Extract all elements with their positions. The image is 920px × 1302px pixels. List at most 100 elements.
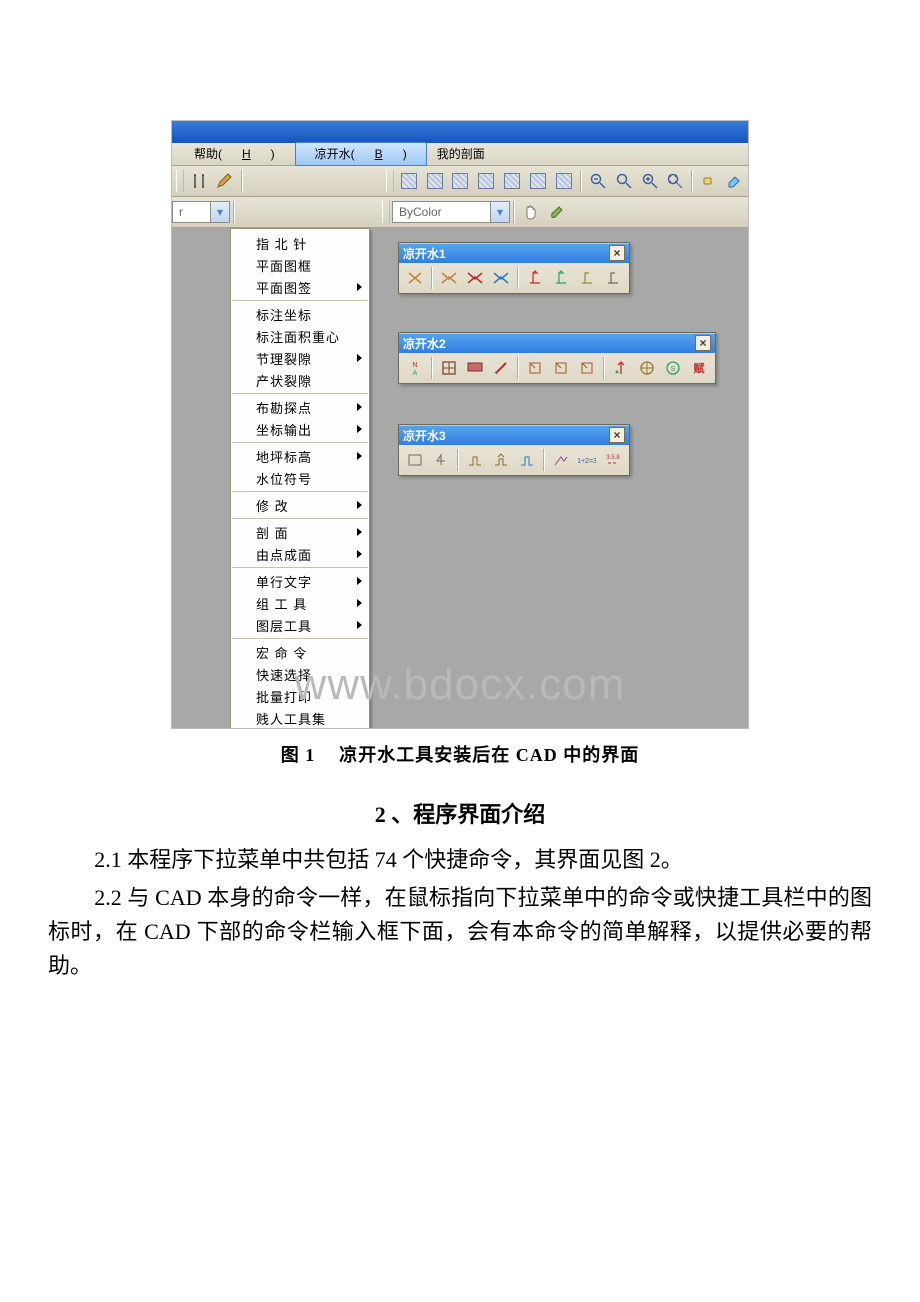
chevron-down-icon[interactable]: ▾ bbox=[490, 202, 509, 222]
combo-layer[interactable]: r▾ bbox=[172, 201, 230, 223]
menuitem-jianren-tools[interactable]: 贱人工具集 bbox=[232, 707, 368, 728]
menuitem-face-from-points[interactable]: 由点成面 bbox=[232, 543, 368, 565]
combo-bycolor[interactable]: ByColor▾ bbox=[392, 201, 510, 223]
palette-btn[interactable] bbox=[403, 448, 427, 472]
palette-btn[interactable] bbox=[515, 448, 539, 472]
menubar: 帮助(H) 凉开水(B) 我的剖面 bbox=[172, 143, 748, 166]
pattern-btn[interactable] bbox=[552, 169, 576, 193]
palette-btn[interactable] bbox=[523, 356, 547, 380]
menuitem-group-tools[interactable]: 组 工 具 bbox=[232, 592, 368, 614]
menuitem-ground-elev[interactable]: 地坪标高 bbox=[232, 445, 368, 467]
toolbar-row-1 bbox=[172, 166, 748, 197]
svg-text:A: A bbox=[413, 370, 418, 377]
submenu-arrow-icon bbox=[357, 501, 362, 509]
zoom-icon[interactable] bbox=[612, 169, 636, 193]
bracket-icon[interactable] bbox=[187, 169, 211, 193]
pattern-btn[interactable] bbox=[526, 169, 550, 193]
menuitem-attitude-crack[interactable]: 产状裂隙 bbox=[232, 369, 368, 391]
brush-icon[interactable] bbox=[545, 200, 569, 224]
palette-lks2[interactable]: 凉开水2 × NA S 赋 bbox=[398, 332, 716, 384]
palette-lks1[interactable]: 凉开水1 × bbox=[398, 242, 630, 294]
menuitem-batch-print[interactable]: 批量打印 bbox=[232, 685, 368, 707]
toolbar-row-2: r▾ ByColor▾ bbox=[172, 197, 748, 228]
palette-btn[interactable] bbox=[437, 266, 461, 290]
pen-icon[interactable] bbox=[213, 169, 237, 193]
submenu-arrow-icon bbox=[357, 403, 362, 411]
palette-btn[interactable]: 3.5.8 bbox=[601, 448, 625, 472]
menuitem-coord-output[interactable]: 坐标输出 bbox=[232, 418, 368, 440]
palette-btn[interactable] bbox=[523, 266, 547, 290]
paint-can-icon[interactable] bbox=[697, 169, 721, 193]
toolbar-gripper[interactable] bbox=[176, 170, 184, 192]
palette-title[interactable]: 凉开水2 × bbox=[399, 333, 715, 353]
close-icon[interactable]: × bbox=[695, 335, 711, 351]
menuitem-annotate-centroid[interactable]: 标注面积重心 bbox=[232, 325, 368, 347]
palette-btn[interactable] bbox=[549, 266, 573, 290]
palette-btn[interactable] bbox=[437, 356, 461, 380]
palette-btn[interactable] bbox=[489, 356, 513, 380]
palette-btn[interactable] bbox=[429, 448, 453, 472]
palette-btn[interactable] bbox=[575, 356, 599, 380]
pattern-btn[interactable] bbox=[448, 169, 472, 193]
palette-btn[interactable] bbox=[575, 266, 599, 290]
submenu-arrow-icon bbox=[357, 354, 362, 362]
palette-lks3[interactable]: 凉开水3 × 1+2=3 3.5.8 bbox=[398, 424, 630, 476]
toolbar-gripper[interactable] bbox=[386, 170, 394, 192]
palette-btn[interactable] bbox=[463, 356, 487, 380]
palette-title[interactable]: 凉开水3 × bbox=[399, 425, 629, 445]
menu-my-section[interactable]: 我的剖面 bbox=[427, 143, 495, 165]
palette-btn[interactable]: S bbox=[661, 356, 685, 380]
menuitem-plane-frame[interactable]: 平面图框 bbox=[232, 254, 368, 276]
palette-title[interactable]: 凉开水1 × bbox=[399, 243, 629, 263]
menuitem-compass[interactable]: 指 北 针 bbox=[232, 232, 368, 254]
submenu-arrow-icon bbox=[357, 550, 362, 558]
toolbar-gripper[interactable] bbox=[382, 201, 390, 223]
palette-btn[interactable] bbox=[489, 266, 513, 290]
palette-btn[interactable] bbox=[463, 266, 487, 290]
chevron-down-icon[interactable]: ▾ bbox=[210, 202, 229, 222]
palette-btn[interactable] bbox=[463, 448, 487, 472]
svg-text:赋: 赋 bbox=[694, 361, 705, 375]
menuitem-macro[interactable]: 宏 命 令 bbox=[232, 641, 368, 663]
menu-help[interactable]: 帮助(H) bbox=[174, 143, 295, 165]
palette-btn[interactable]: 赋 bbox=[687, 356, 711, 380]
close-icon[interactable]: × bbox=[609, 427, 625, 443]
zoom-in-icon[interactable] bbox=[638, 169, 662, 193]
pattern-btn[interactable] bbox=[500, 169, 524, 193]
zoom-out-icon[interactable] bbox=[586, 169, 610, 193]
menu-liangkaishui[interactable]: 凉开水(B) bbox=[295, 142, 427, 166]
figure-caption: 图 1凉开水工具安装后在 CAD 中的界面 bbox=[30, 741, 890, 767]
pattern-btn[interactable] bbox=[397, 169, 421, 193]
palette-btn[interactable] bbox=[549, 356, 573, 380]
menuitem-joint-crack[interactable]: 节理裂隙 bbox=[232, 347, 368, 369]
menuitem-water-symbol[interactable]: 水位符号 bbox=[232, 467, 368, 489]
menuitem-plane-sign[interactable]: 平面图签 bbox=[232, 276, 368, 298]
submenu-arrow-icon bbox=[357, 452, 362, 460]
menuitem-place-borehole[interactable]: 布勘探点 bbox=[232, 396, 368, 418]
workspace: 指 北 针 平面图框 平面图签 标注坐标 标注面积重心 节理裂隙 产状裂隙 布勘… bbox=[172, 228, 748, 728]
window-titlebar bbox=[172, 121, 748, 143]
pattern-btn[interactable] bbox=[474, 169, 498, 193]
palette-btn[interactable]: NA bbox=[403, 356, 427, 380]
palette-btn[interactable] bbox=[609, 356, 633, 380]
menuitem-single-text[interactable]: 单行文字 bbox=[232, 570, 368, 592]
pattern-btn[interactable] bbox=[423, 169, 447, 193]
palette-btn[interactable] bbox=[549, 448, 573, 472]
close-icon[interactable]: × bbox=[609, 245, 625, 261]
zoom-extents-icon[interactable] bbox=[663, 169, 687, 193]
hand-icon[interactable] bbox=[519, 200, 543, 224]
palette-btn[interactable] bbox=[489, 448, 513, 472]
menuitem-layer-tools[interactable]: 图层工具 bbox=[232, 614, 368, 636]
cad-screenshot: 帮助(H) 凉开水(B) 我的剖面 bbox=[171, 120, 749, 729]
submenu-arrow-icon bbox=[357, 283, 362, 291]
paint-icon[interactable] bbox=[723, 169, 747, 193]
menuitem-modify[interactable]: 修 改 bbox=[232, 494, 368, 516]
palette-btn[interactable] bbox=[403, 266, 427, 290]
menuitem-annotate-coord[interactable]: 标注坐标 bbox=[232, 303, 368, 325]
menuitem-section[interactable]: 剖 面 bbox=[232, 521, 368, 543]
menuitem-quick-select[interactable]: 快速选择 bbox=[232, 663, 368, 685]
palette-btn[interactable]: 1+2=3 bbox=[575, 448, 599, 472]
palette-btn[interactable] bbox=[601, 266, 625, 290]
palette-btn[interactable] bbox=[635, 356, 659, 380]
submenu-arrow-icon bbox=[357, 599, 362, 607]
